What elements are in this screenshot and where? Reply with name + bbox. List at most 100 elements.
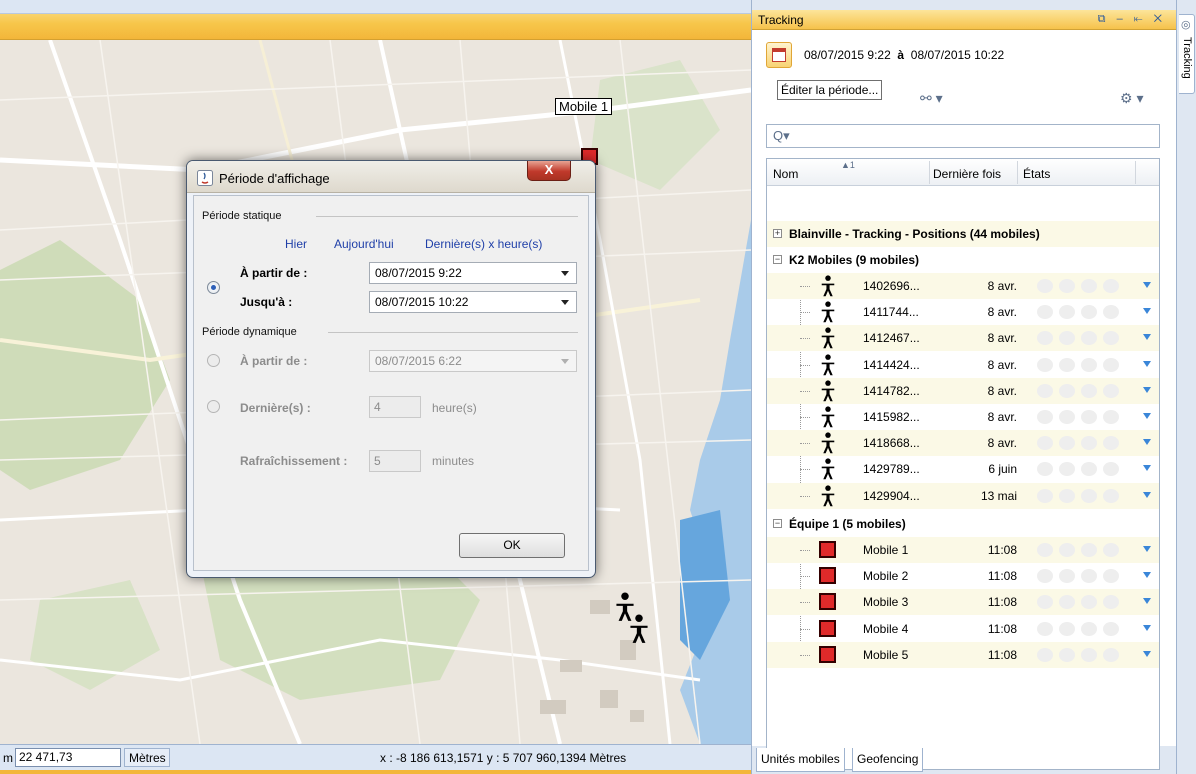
row-menu-arrow-icon[interactable] [1143,386,1151,393]
row-menu-arrow-icon[interactable] [1143,282,1151,288]
row-menu-arrow-icon[interactable] [1143,308,1151,315]
sort-indicator: ▲1 [841,160,855,170]
table-row[interactable]: Mobile 1 11:08 [767,537,1159,563]
table-row[interactable]: 1415982... 8 avr. [767,404,1159,430]
dynamic-from-value: 08/07/2015 6:22 [375,354,462,368]
map-label-mobile1[interactable]: Mobile 1 [555,98,613,115]
search-input[interactable]: Q▾ [766,124,1160,148]
row-states [1037,357,1137,372]
person-icon [818,458,838,480]
group-row-k2[interactable]: − K2 Mobiles (9 mobiles) [767,247,1159,273]
map-toolbar [0,0,751,40]
bottom-tabs: Unités mobiles Geofencing [752,748,1176,774]
row-last-seen: 11:08 [987,647,1017,662]
column-name[interactable]: Nom [773,167,798,181]
table-row[interactable]: 1402696... 8 avr. [767,273,1159,299]
dynamic-from-radio[interactable] [207,354,220,367]
table-row[interactable]: Mobile 3 11:08 [767,589,1159,616]
link-yesterday[interactable]: Hier [285,237,307,251]
row-last-seen: 8 avr. [987,436,1017,451]
side-tab-label: Tracking [1181,37,1193,79]
dynamic-from-label: À partir de : [240,354,308,368]
table-header: ▲1 Nom Dernière fois États [767,159,1159,186]
mobiles-table: ▲1 Nom Dernière fois États + Blainville … [766,158,1160,770]
dialog-title: Période d'affichage [219,171,330,186]
dynamic-last-unit: heure(s) [432,401,477,415]
row-menu-arrow-icon[interactable] [1143,413,1151,419]
table-row[interactable]: 1411744... 8 avr. [767,299,1159,325]
row-states [1037,305,1137,320]
row-menu-arrow-icon[interactable] [1143,491,1151,498]
side-tab-tracking[interactable]: ◎ Tracking [1179,14,1195,94]
row-menu-arrow-icon[interactable] [1143,546,1151,552]
panel-window-controls[interactable]: ⧉ – ⇤ ✕ [1098,13,1166,26]
collapse-icon[interactable]: − [773,519,782,528]
cursor-coordinates: x : -8 186 613,1571 y : 5 707 960,1394 M… [380,751,627,765]
row-menu-arrow-icon[interactable] [1143,465,1151,472]
scale-unit-button[interactable]: Mètres [124,748,170,767]
row-menu-arrow-icon[interactable] [1143,439,1151,446]
row-states [1037,595,1137,610]
close-button[interactable]: X [527,161,571,181]
scale-input[interactable]: 22 471,73 [15,748,121,767]
table-row[interactable]: Mobile 4 11:08 [767,616,1159,642]
row-states [1037,621,1137,636]
static-to-combo[interactable]: 08/07/2015 10:22 [369,291,577,313]
hierarchy-icon[interactable]: ⚯ ▾ [920,90,943,107]
row-menu-arrow-icon[interactable] [1143,334,1151,341]
period-display: 08/07/2015 9:22 à 08/07/2015 10:22 [804,48,1004,62]
vehicle-square-icon [819,619,836,637]
dynamic-from-combo[interactable]: 08/07/2015 6:22 [369,350,577,372]
chevron-down-icon [561,271,569,276]
column-states[interactable]: États [1023,167,1050,181]
gear-icon[interactable]: ⚙ ▾ [1120,90,1143,107]
tab-geofencing[interactable]: Geofencing [852,748,924,772]
refresh-input[interactable]: 5 [369,450,421,472]
person-icon [818,353,838,376]
row-last-seen: 8 avr. [987,279,1017,293]
row-menu-arrow-icon[interactable] [1143,598,1151,605]
ok-button[interactable]: OK [459,533,565,558]
row-menu-arrow-icon[interactable] [1143,572,1151,579]
static-from-combo[interactable]: 08/07/2015 9:22 [369,262,577,284]
dialog-titlebar[interactable]: Période d'affichage X [187,161,595,193]
person-icon [818,301,838,323]
period-separator: à [897,48,905,62]
link-today[interactable]: Aujourd'hui [334,237,394,251]
row-states [1037,331,1137,346]
table-row[interactable]: 1418668... 8 avr. [767,430,1159,457]
link-last-hours[interactable]: Dernière(s) x heure(s) [425,237,542,251]
person-icon [818,484,838,507]
row-menu-arrow-icon[interactable] [1143,360,1151,367]
period-to: 08/07/2015 10:22 [910,48,1005,62]
dynamic-last-radio[interactable] [207,400,220,413]
person-icon [818,406,838,428]
row-last-seen: 8 avr. [987,383,1017,398]
column-last-seen[interactable]: Dernière fois [933,167,1001,181]
row-name: 1414782... [863,383,920,398]
map-walker-marker[interactable] [628,614,650,644]
table-row[interactable]: 1429789... 6 juin [767,456,1159,482]
static-period-radio[interactable] [207,281,220,294]
group-label: Équipe 1 (5 mobiles) [789,517,906,531]
row-name: Mobile 1 [863,543,909,557]
expand-icon[interactable]: + [773,229,782,238]
table-row[interactable]: Mobile 2 11:08 [767,563,1159,589]
row-name: Mobile 2 [863,569,909,584]
tab-mobile-units[interactable]: Unités mobiles [756,748,845,772]
table-row[interactable]: 1414782... 8 avr. [767,377,1159,404]
table-row[interactable]: 1414424... 8 avr. [767,352,1159,378]
row-menu-arrow-icon[interactable] [1143,624,1151,631]
row-last-seen: 11:08 [987,569,1017,584]
edit-period-button[interactable] [766,42,792,68]
collapse-icon[interactable]: − [773,255,782,264]
table-row[interactable]: 1412467... 8 avr. [767,325,1159,352]
dynamic-last-input[interactable]: 4 [369,396,421,418]
row-menu-arrow-icon[interactable] [1143,650,1151,657]
group-row-equipe[interactable]: − Équipe 1 (5 mobiles) [767,511,1159,537]
row-last-seen: 8 avr. [987,410,1017,424]
group-row-blainville[interactable]: + Blainville - Tracking - Positions (44 … [767,221,1159,247]
table-row[interactable]: 1429904... 13 mai [767,482,1159,509]
table-row[interactable]: Mobile 5 11:08 [767,641,1159,668]
row-last-seen: 11:08 [987,543,1017,557]
